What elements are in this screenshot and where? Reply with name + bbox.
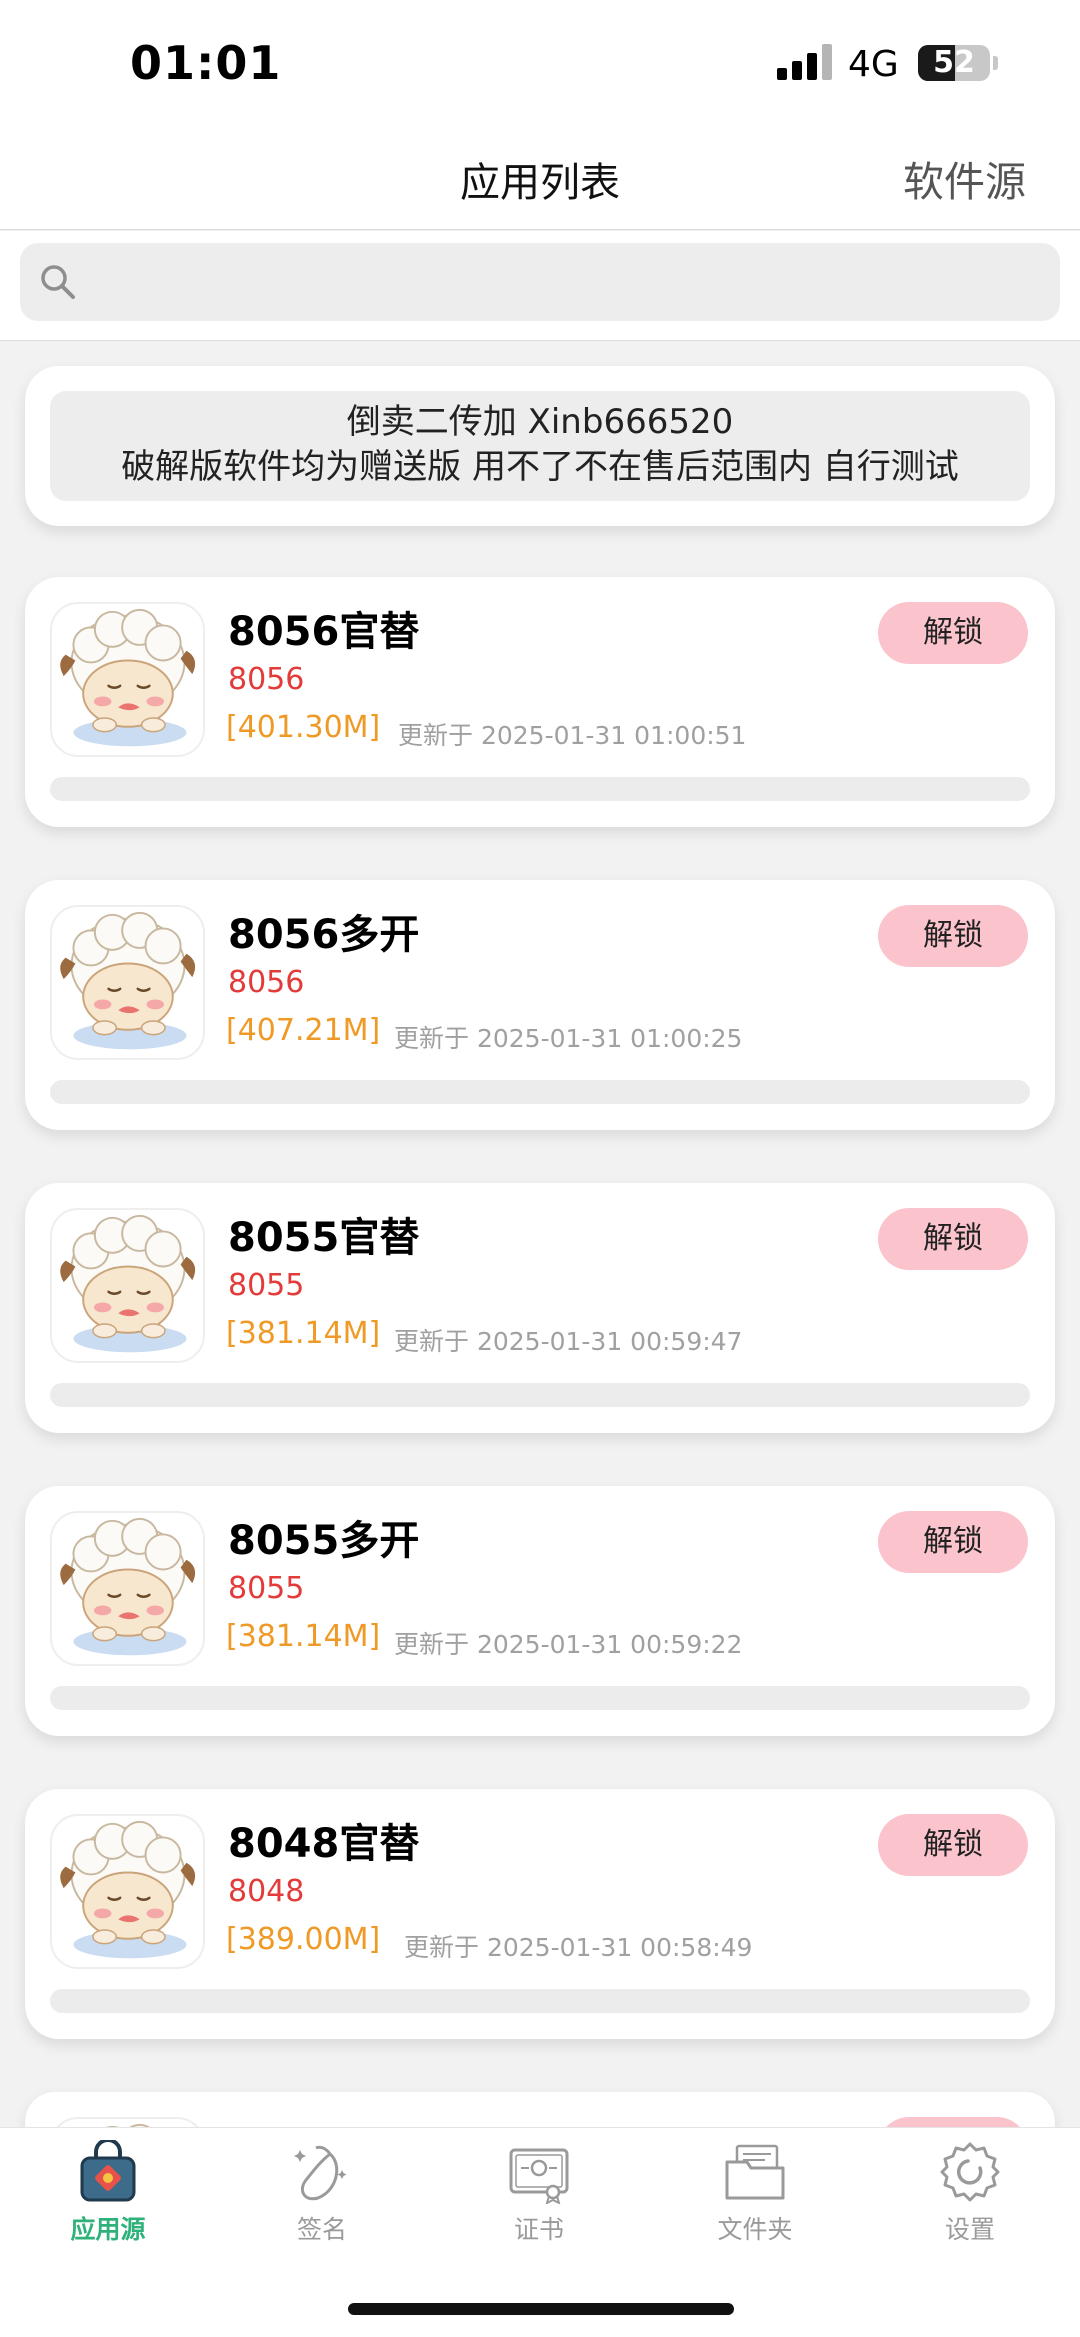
- app-version: 8056: [228, 965, 305, 1000]
- app-size: [381.14M]: [226, 1619, 381, 1654]
- app-name: 8056多开: [228, 912, 420, 958]
- unlock-button[interactable]: 解锁: [878, 905, 1028, 967]
- tab-app-source[interactable]: 应用源: [8, 2140, 208, 2250]
- network-type: 4G: [848, 44, 899, 85]
- app-size: [407.21M]: [226, 1013, 381, 1048]
- download-progress-bar: [50, 1080, 1030, 1104]
- unlock-button[interactable]: 解锁: [878, 602, 1028, 664]
- home-indicator: [348, 2303, 734, 2315]
- tab-folder[interactable]: 文件夹: [655, 2140, 855, 2250]
- app-size: [389.00M]: [226, 1922, 381, 1957]
- app-icon: [50, 1511, 205, 1666]
- app-name: 8048官替: [228, 1821, 420, 1867]
- tab-label: 签名: [296, 2215, 347, 2244]
- battery-level: 52: [933, 45, 975, 80]
- app-icon: [50, 905, 205, 1060]
- nav-bar: 应用列表 软件源: [0, 130, 1080, 230]
- folder-icon: [725, 2144, 785, 2200]
- app-card[interactable]: 8055官替 8055 [381.14M] 更新于 2025-01-31 00:…: [25, 1183, 1055, 1433]
- app-size: [401.30M]: [226, 710, 381, 745]
- status-bar: 01:01 4G 52: [0, 0, 1080, 130]
- tab-settings[interactable]: 设置: [870, 2140, 1070, 2250]
- certificate-icon: [509, 2148, 569, 2204]
- app-name: 8056官替: [228, 609, 420, 655]
- app-updated-time: 更新于 2025-01-31 00:59:22: [394, 1630, 743, 1659]
- unlock-button[interactable]: 解锁: [878, 1208, 1028, 1270]
- download-progress-bar: [50, 1686, 1030, 1710]
- search-bar: [0, 231, 1080, 341]
- battery-nub: [993, 56, 998, 70]
- download-progress-bar: [50, 1989, 1030, 2013]
- download-progress-bar: [50, 777, 1030, 801]
- search-icon: [41, 265, 75, 299]
- app-updated-time: 更新于 2025-01-31 00:59:47: [394, 1327, 743, 1356]
- unlock-button[interactable]: 解锁: [878, 1511, 1028, 1573]
- tab-certificate[interactable]: 证书: [439, 2140, 639, 2250]
- sheep-avatar-icon: [60, 1820, 196, 1959]
- app-icon: [50, 1814, 205, 1969]
- tab-label: 证书: [513, 2215, 564, 2244]
- tab-label: 文件夹: [717, 2215, 793, 2244]
- app-card[interactable]: 8055多开 8055 [381.14M] 更新于 2025-01-31 00:…: [25, 1486, 1055, 1736]
- notice-card: 倒卖二传加 Xinb666520 破解版软件均为赠送版 用不了不在售后范围内 自…: [25, 366, 1055, 526]
- shopping-bag-icon: [80, 2140, 136, 2202]
- status-time: 01:01: [130, 36, 282, 90]
- app-icon: [50, 602, 205, 757]
- notice-line-2: 破解版软件均为赠送版 用不了不在售后范围内 自行测试: [121, 447, 959, 487]
- gear-icon: [940, 2142, 1000, 2202]
- mango-icon: [294, 2145, 347, 2201]
- app-name: 8055多开: [228, 1518, 420, 1564]
- sheep-avatar-icon: [60, 608, 196, 747]
- app-version: 8048: [228, 1874, 305, 1909]
- app-version: 8055: [228, 1571, 305, 1606]
- sheep-avatar-icon: [60, 1517, 196, 1656]
- battery-icon: 52: [918, 45, 990, 81]
- app-version: 8056: [228, 662, 305, 697]
- search-input[interactable]: [90, 243, 1040, 321]
- tab-label: 设置: [944, 2215, 995, 2244]
- app-updated-time: 更新于 2025-01-31 01:00:51: [398, 721, 747, 750]
- tab-label: 应用源: [70, 2215, 146, 2244]
- notice-line-1: 倒卖二传加 Xinb666520: [346, 402, 734, 442]
- app-name: 8055官替: [228, 1215, 420, 1261]
- app-updated-time: 更新于 2025-01-31 00:58:49: [404, 1933, 753, 1962]
- app-icon: [50, 1208, 205, 1363]
- app-size: [381.14M]: [226, 1316, 381, 1351]
- download-progress-bar: [50, 1383, 1030, 1407]
- sheep-avatar-icon: [60, 911, 196, 1050]
- unlock-button[interactable]: 解锁: [878, 1814, 1028, 1876]
- software-source-button[interactable]: 软件源: [903, 148, 1026, 208]
- app-card[interactable]: 8048官替 8048 [389.00M] 更新于 2025-01-31 00:…: [25, 1789, 1055, 2039]
- app-card[interactable]: 8056官替 8056 [401.30M] 更新于 2025-01-31 01:…: [25, 577, 1055, 827]
- app-card[interactable]: 8056多开 8056 [407.21M] 更新于 2025-01-31 01:…: [25, 880, 1055, 1130]
- app-version: 8055: [228, 1268, 305, 1303]
- sheep-avatar-icon: [60, 1214, 196, 1353]
- tab-sign[interactable]: 签名: [222, 2140, 422, 2250]
- app-updated-time: 更新于 2025-01-31 01:00:25: [394, 1024, 743, 1053]
- signal-icon: [777, 44, 832, 80]
- notice-box: 倒卖二传加 Xinb666520 破解版软件均为赠送版 用不了不在售后范围内 自…: [50, 391, 1030, 501]
- search-box[interactable]: [20, 243, 1060, 321]
